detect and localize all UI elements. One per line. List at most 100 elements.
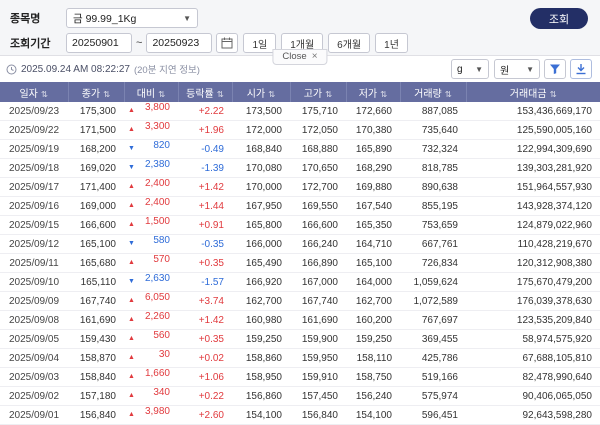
weight-unit-select[interactable]: g ▼ — [451, 59, 489, 79]
cell-volume: 667,761 — [400, 235, 466, 254]
date-range-separator: ~ — [136, 37, 142, 49]
sort-icon: ⇅ — [103, 89, 110, 99]
cell-amount: 153,436,669,170 — [466, 102, 600, 121]
cell-low: 168,290 — [346, 159, 400, 178]
cell-rate: +0.22 — [178, 387, 232, 406]
cell-close: 168,200 — [68, 140, 124, 159]
cell-open: 170,080 — [232, 159, 290, 178]
cell-volume: 369,455 — [400, 330, 466, 349]
cell-open: 160,980 — [232, 311, 290, 330]
download-button[interactable] — [570, 59, 592, 79]
close-icon[interactable]: × — [312, 51, 318, 62]
cell-volume: 732,324 — [400, 140, 466, 159]
cell-rate: -1.39 — [178, 159, 232, 178]
table-body: 2025/09/23175,300▲3,800+2.22173,500175,7… — [0, 102, 600, 425]
cell-amount: 151,964,557,930 — [466, 178, 600, 197]
cell-volume: 890,638 — [400, 178, 466, 197]
cell-volume: 575,974 — [400, 387, 466, 406]
cell-close: 156,840 — [68, 406, 124, 425]
cell-close: 161,690 — [68, 311, 124, 330]
table-row: 2025/09/01156,840▲3,980+2.60154,100156,8… — [0, 406, 600, 425]
cell-rate: +3.74 — [178, 292, 232, 311]
cell-rate: -0.49 — [178, 140, 232, 159]
cell-low: 172,660 — [346, 102, 400, 121]
sort-icon: ⇅ — [41, 89, 48, 99]
cell-change: ▲2,400 — [124, 178, 178, 197]
cell-close: 171,400 — [68, 178, 124, 197]
cell-volume: 767,697 — [400, 311, 466, 330]
cell-change: ▼2,380 — [124, 159, 178, 178]
cell-low: 158,110 — [346, 349, 400, 368]
cell-close: 158,870 — [68, 349, 124, 368]
cell-high: 157,450 — [290, 387, 346, 406]
cell-volume: 596,451 — [400, 406, 466, 425]
sort-icon: ⇅ — [217, 89, 224, 99]
cell-low: 165,100 — [346, 254, 400, 273]
date-from-input[interactable] — [66, 33, 132, 53]
search-button[interactable]: 조회 — [530, 8, 588, 29]
table-row: 2025/09/05159,430▲560+0.35159,250159,900… — [0, 330, 600, 349]
col-header-high[interactable]: 고가⇅ — [290, 82, 346, 102]
up-arrow-icon: ▲ — [128, 292, 135, 310]
cell-change: ▲3,300 — [124, 121, 178, 140]
cell-rate: +0.02 — [178, 349, 232, 368]
item-select[interactable]: 금 99.99_1Kg ▼ — [66, 8, 198, 28]
cell-date: 2025/09/10 — [0, 273, 68, 292]
cell-amount: 175,670,479,200 — [466, 273, 600, 292]
cell-high: 167,740 — [290, 292, 346, 311]
date-to-input[interactable] — [146, 33, 212, 53]
cell-low: 165,350 — [346, 216, 400, 235]
cell-date: 2025/09/19 — [0, 140, 68, 159]
up-arrow-icon: ▲ — [128, 330, 135, 348]
cell-amount: 122,994,309,690 — [466, 140, 600, 159]
col-header-rate[interactable]: 등락률⇅ — [178, 82, 232, 102]
range-1day-button[interactable]: 1일 — [243, 33, 276, 53]
cell-change: ▲3,800 — [124, 102, 178, 121]
table-row: 2025/09/17171,400▲2,400+1.42170,000172,7… — [0, 178, 600, 197]
currency-unit-select[interactable]: 원 ▼ — [494, 59, 540, 79]
cell-date: 2025/09/11 — [0, 254, 68, 273]
cell-close: 169,000 — [68, 197, 124, 216]
cell-open: 159,250 — [232, 330, 290, 349]
calendar-icon — [221, 37, 233, 49]
cell-change: ▼2,630 — [124, 273, 178, 292]
sort-icon: ⇅ — [325, 89, 332, 99]
col-header-low[interactable]: 저가⇅ — [346, 82, 400, 102]
cell-rate: +1.42 — [178, 178, 232, 197]
col-header-close[interactable]: 종가⇅ — [68, 82, 124, 102]
table-row: 2025/09/19168,200▼820-0.49168,840168,880… — [0, 140, 600, 159]
cell-amount: 120,312,908,380 — [466, 254, 600, 273]
table-row: 2025/09/22171,500▲3,300+1.96172,000172,0… — [0, 121, 600, 140]
range-1year-button[interactable]: 1년 — [375, 33, 408, 53]
down-arrow-icon: ▼ — [128, 140, 135, 158]
calendar-button[interactable] — [216, 33, 238, 53]
cell-amount: 67,688,105,810 — [466, 349, 600, 368]
close-tab[interactable]: Close × — [272, 49, 327, 65]
cell-date: 2025/09/16 — [0, 197, 68, 216]
cell-change: ▲1,500 — [124, 216, 178, 235]
table-row: 2025/09/12165,100▼580-0.35166,000166,240… — [0, 235, 600, 254]
cell-open: 167,950 — [232, 197, 290, 216]
col-header-open[interactable]: 시가⇅ — [232, 82, 290, 102]
cell-high: 159,910 — [290, 368, 346, 387]
cell-high: 167,000 — [290, 273, 346, 292]
table-row: 2025/09/02157,180▲340+0.22156,860157,450… — [0, 387, 600, 406]
cell-volume: 726,834 — [400, 254, 466, 273]
up-arrow-icon: ▲ — [128, 197, 135, 215]
cell-change: ▲560 — [124, 330, 178, 349]
filter-button[interactable] — [544, 59, 566, 79]
range-6month-button[interactable]: 6개월 — [328, 33, 370, 53]
cell-close: 159,430 — [68, 330, 124, 349]
table-row: 2025/09/04158,870▲30+0.02158,860159,9501… — [0, 349, 600, 368]
cell-rate: +1.44 — [178, 197, 232, 216]
cell-rate: +0.35 — [178, 254, 232, 273]
col-header-amount[interactable]: 거래대금⇅ — [466, 82, 600, 102]
cell-low: 154,100 — [346, 406, 400, 425]
table-row: 2025/09/18169,020▼2,380-1.39170,080170,6… — [0, 159, 600, 178]
cell-change: ▲1,660 — [124, 368, 178, 387]
cell-date: 2025/09/17 — [0, 178, 68, 197]
col-header-volume[interactable]: 거래량⇅ — [400, 82, 466, 102]
col-header-date[interactable]: 일자⇅ — [0, 82, 68, 102]
col-header-change[interactable]: 대비⇅ — [124, 82, 178, 102]
up-arrow-icon: ▲ — [128, 349, 135, 367]
